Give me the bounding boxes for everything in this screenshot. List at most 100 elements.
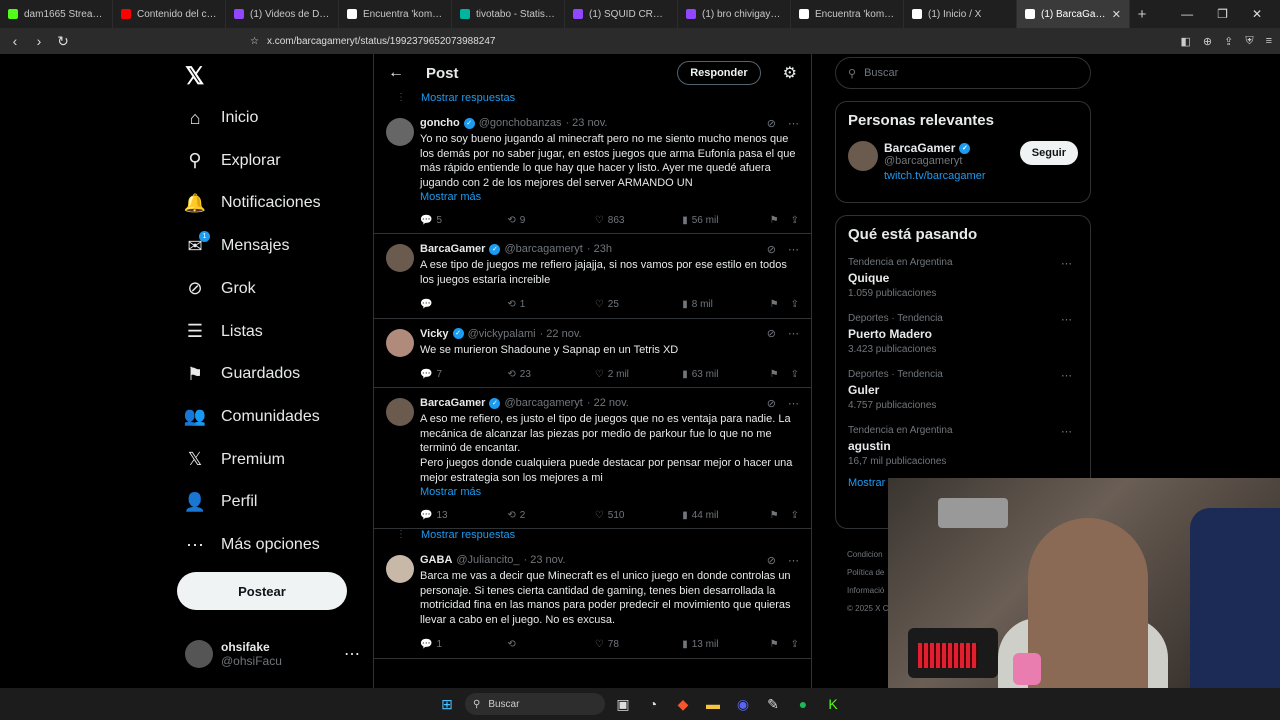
reply-action[interactable]: 💬 1: [420, 639, 507, 650]
reply-action[interactable]: 💬 7: [420, 369, 507, 380]
like-action[interactable]: ♡ 863: [595, 215, 682, 226]
tweet-handle[interactable]: @barcagameryt: [504, 397, 582, 409]
more-icon[interactable]: ⋯: [788, 554, 799, 567]
more-icon[interactable]: ⋯: [788, 397, 799, 410]
share-icon[interactable]: ⇪: [1224, 35, 1233, 48]
browser-tab[interactable]: (1) bro chivigaydooki: [678, 0, 791, 28]
tweet-handle[interactable]: @barcagameryt: [504, 243, 582, 255]
discord-icon[interactable]: ◉: [731, 692, 755, 716]
show-more-link[interactable]: Mostrar más: [420, 486, 799, 498]
sidebar-item-notificaciones[interactable]: 🔔 Notificaciones: [184, 188, 321, 218]
person-link[interactable]: twitch.tv/barcagamer: [884, 170, 985, 182]
tweet-time[interactable]: · 23 nov.: [524, 554, 566, 566]
post-button[interactable]: Postear: [177, 572, 347, 610]
grok-icon[interactable]: ⊘: [767, 397, 776, 410]
repost-action[interactable]: ⟲ 23: [507, 369, 594, 380]
like-action[interactable]: ♡ 78: [595, 639, 682, 650]
reply-action[interactable]: 💬 5: [420, 215, 507, 226]
tweet-author[interactable]: Vicky: [420, 328, 449, 340]
tweet-time[interactable]: · 23h: [587, 243, 612, 255]
footer-link[interactable]: Condicion: [847, 546, 888, 564]
tweet[interactable]: Vicky ✓ @vickypalami · 22 nov. ⊘ ⋯ We se murie…: [374, 319, 811, 389]
share-icon[interactable]: ⇪: [791, 510, 799, 521]
browser-tab[interactable]: Encuentra 'komanche': [791, 0, 904, 28]
account-switcher[interactable]: ohsifake @ohsiFacu ⋯: [185, 640, 360, 668]
back-arrow-icon[interactable]: ←: [388, 64, 404, 82]
repost-action[interactable]: ⟲ 9: [507, 215, 594, 226]
grok-icon[interactable]: ⊘: [767, 327, 776, 340]
minimize-icon[interactable]: —: [1181, 7, 1193, 21]
browser-tab[interactable]: (1) Inicio / X: [904, 0, 1017, 28]
tweet[interactable]: BarcaGamer ✓ @barcagameryt · 22 nov. ⊘ ⋯ A eso…: [374, 388, 811, 530]
tweet-author[interactable]: GABA: [420, 554, 452, 566]
like-action[interactable]: ♡ 2 mil: [595, 369, 682, 380]
search-box[interactable]: ⚲ Buscar: [835, 57, 1091, 89]
browser-tab[interactable]: dam1665 Stream -: [0, 0, 113, 28]
reload-icon[interactable]: ↻: [56, 33, 70, 50]
tweet-author[interactable]: BarcaGamer: [420, 243, 485, 255]
repost-action[interactable]: ⟲: [507, 639, 594, 650]
footer-link[interactable]: Política de: [847, 564, 888, 582]
sidebar-item-mensajes[interactable]: ✉ 1 Mensajes: [185, 231, 289, 261]
avatar[interactable]: [386, 398, 414, 427]
footer-link[interactable]: © 2025 X C: [847, 600, 888, 618]
repost-action[interactable]: ⟲ 2: [507, 510, 594, 521]
tweet-time[interactable]: · 22 nov.: [540, 328, 582, 340]
settings-sliders-icon[interactable]: ⚙: [783, 63, 797, 83]
reply-action[interactable]: 💬: [420, 299, 507, 310]
footer-link[interactable]: Informació: [847, 582, 888, 600]
views-action[interactable]: ▮ 44 mil: [682, 510, 769, 521]
show-replies-link[interactable]: Mostrar respuestas: [374, 92, 811, 108]
close-icon[interactable]: ✕: [1112, 8, 1121, 21]
bookmark-icon[interactable]: ⚑: [770, 299, 779, 310]
relevant-person[interactable]: BarcaGamer ✓ @barcagameryt twitch.tv/barc…: [848, 141, 1078, 182]
grok-icon[interactable]: ⊘: [767, 243, 776, 256]
sidebar-item-explorar[interactable]: ⚲ Explorar: [185, 146, 280, 176]
bookmark-icon[interactable]: ⚑: [770, 510, 779, 521]
sidebar-item-inicio[interactable]: ⌂ Inicio: [185, 103, 259, 133]
sidebar-item-perfil[interactable]: 👤 Perfil: [184, 487, 258, 517]
reply-action[interactable]: 💬 13: [420, 510, 507, 521]
taskview-icon[interactable]: ▣: [611, 692, 635, 716]
sidebar-item-grok[interactable]: ⊘ Grok: [185, 274, 255, 304]
forward-icon[interactable]: ›: [32, 33, 46, 49]
sidebar-item-listas[interactable]: ☰ Listas: [185, 317, 263, 347]
tweet-handle[interactable]: @vickypalami: [468, 328, 536, 340]
tweet[interactable]: GABA @Juliancito_ · 23 nov. ⊘ ⋯ Barca me vas …: [374, 545, 811, 659]
maximize-icon[interactable]: ❐: [1217, 7, 1228, 21]
browser-tab[interactable]: Encuentra 'komanche': [339, 0, 452, 28]
more-icon[interactable]: ⋯: [1061, 257, 1072, 270]
folder-icon[interactable]: ▬: [701, 692, 725, 716]
show-more-link[interactable]: Mostrar más: [420, 191, 799, 203]
views-action[interactable]: ▮ 13 mil: [682, 639, 769, 650]
avatar[interactable]: [386, 118, 414, 146]
bookmark-icon[interactable]: ⚑: [770, 215, 779, 226]
tweet-time[interactable]: · 23 nov.: [565, 117, 607, 129]
views-action[interactable]: ▮ 56 mil: [682, 215, 769, 226]
views-action[interactable]: ▮ 63 mil: [682, 369, 769, 380]
tweet-author[interactable]: goncho: [420, 117, 460, 129]
repost-action[interactable]: ⟲ 1: [507, 299, 594, 310]
more-icon[interactable]: ⋯: [1061, 425, 1072, 438]
share-icon[interactable]: ⇪: [791, 639, 799, 650]
spotify-icon[interactable]: ●: [791, 692, 815, 716]
zoom-icon[interactable]: ⊕: [1203, 35, 1212, 48]
brave-icon[interactable]: ◆: [671, 692, 695, 716]
views-action[interactable]: ▮ 8 mil: [682, 299, 769, 310]
more-icon[interactable]: ⋯: [788, 117, 799, 130]
show-replies-link[interactable]: Mostrar respuestas: [374, 529, 811, 545]
tweet-handle[interactable]: @Juliancito_: [456, 554, 519, 566]
tweet-handle[interactable]: @gonchobanzas: [479, 117, 562, 129]
bookmark-icon[interactable]: ⚑: [770, 369, 779, 380]
feather-icon[interactable]: ✎: [761, 692, 785, 716]
avatar[interactable]: [386, 555, 414, 584]
share-icon[interactable]: ⇪: [791, 369, 799, 380]
more-icon[interactable]: ⋯: [1061, 313, 1072, 326]
reply-button[interactable]: Responder: [677, 61, 761, 85]
browser-tab[interactable]: (1) Videos de Dari: [226, 0, 339, 28]
bookmark-icon[interactable]: ☆: [250, 36, 259, 47]
more-icon[interactable]: ⋯: [788, 327, 799, 340]
trend-item[interactable]: Tendencia en Argentina agustin 16,7 mil pu…: [848, 425, 1078, 467]
windows-start-icon[interactable]: ⊞: [435, 692, 459, 716]
kick-icon[interactable]: K: [821, 692, 845, 716]
